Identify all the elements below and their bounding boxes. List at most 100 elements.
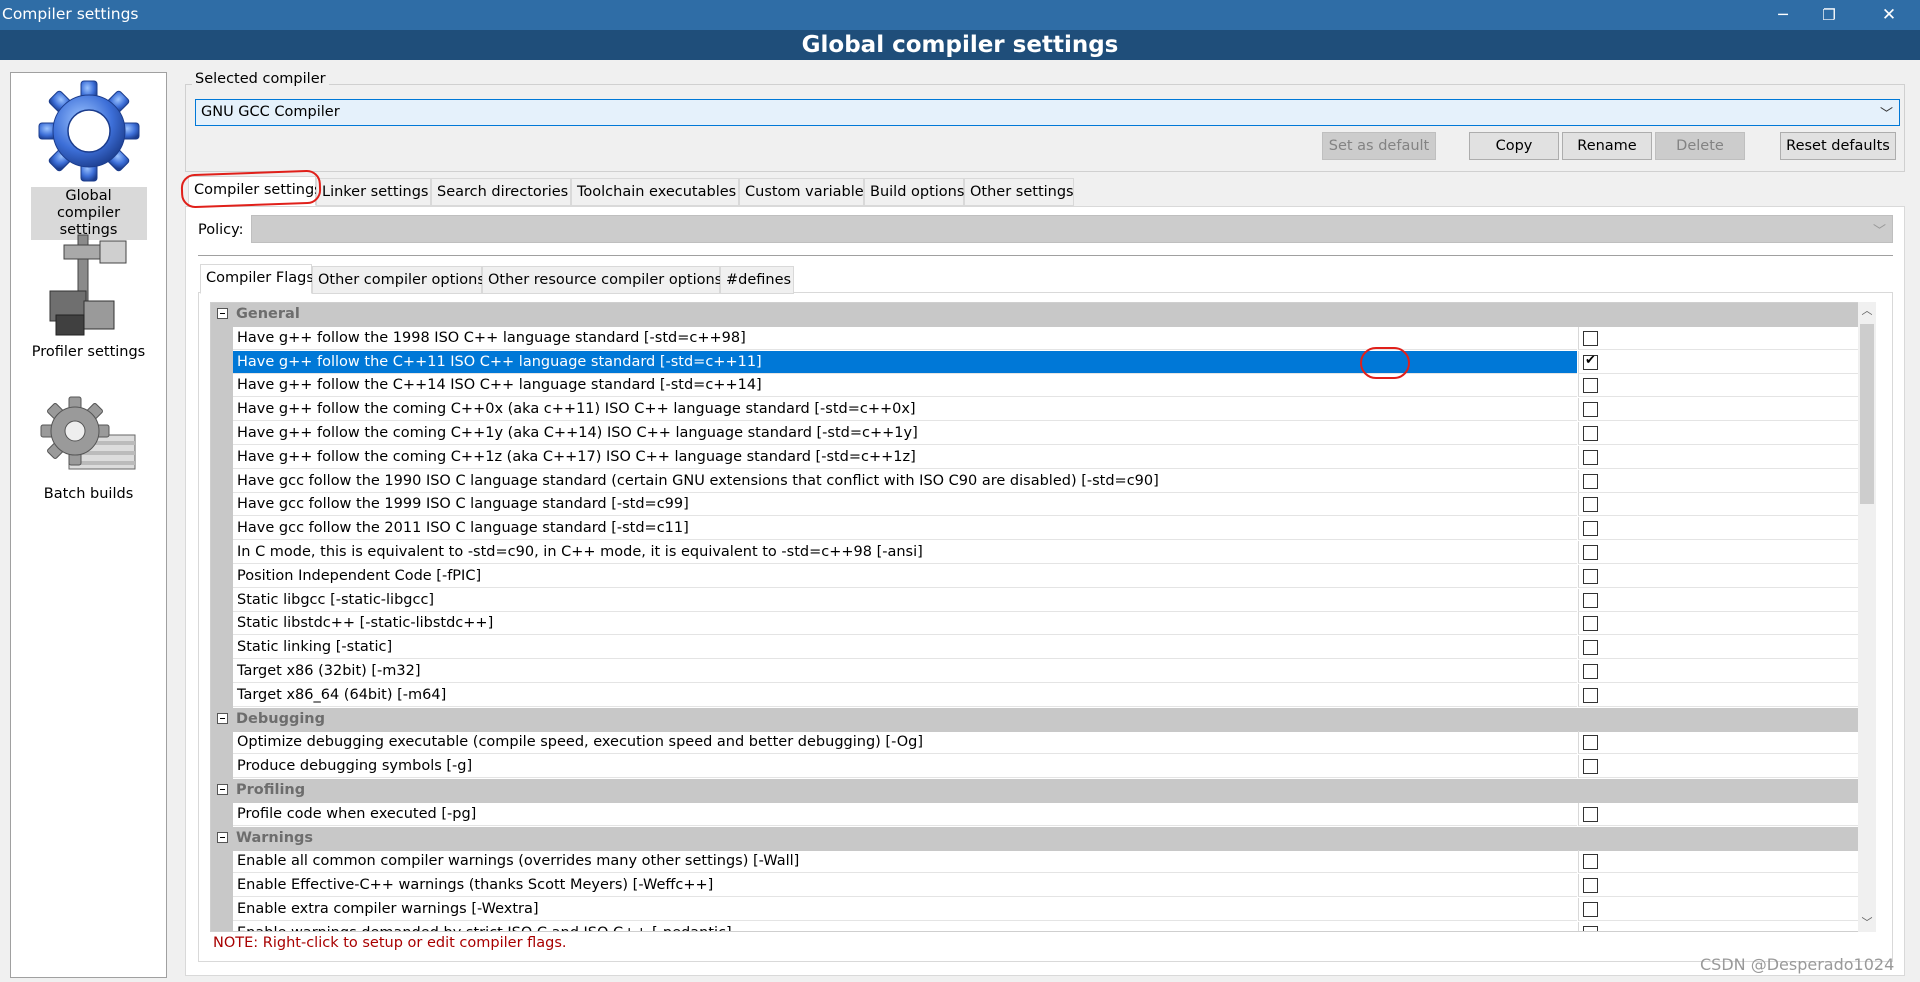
close-button[interactable]: ✕ (1866, 0, 1912, 30)
sidebar-item-batch-builds[interactable]: Batch builds (11, 395, 166, 504)
flag-checkbox[interactable] (1583, 640, 1598, 656)
flag-checkbox[interactable] (1583, 664, 1598, 679)
flag-label: Target x86_64 (64bit) [-m64] (233, 684, 1577, 707)
flag-checkbox[interactable] (1583, 854, 1598, 870)
settings-sidebar: Global compiler settings Profiler settin… (10, 72, 167, 978)
flag-row[interactable]: Profile code when executed [-pg] (211, 802, 1859, 827)
flag-row[interactable]: Static linking [-static] (211, 636, 1859, 660)
copy-button[interactable]: Copy (1469, 132, 1559, 160)
category-row[interactable]: Profiling (211, 779, 1859, 803)
flag-checkbox[interactable] (1583, 925, 1598, 931)
tab-defines[interactable]: #defines (720, 266, 794, 294)
flag-value-cell (1578, 588, 1859, 612)
flag-row[interactable]: Have g++ follow the coming C++1y (aka C+… (211, 422, 1859, 446)
flag-label: Target x86 (32bit) [-m32] (233, 660, 1577, 683)
flag-value-cell (1578, 683, 1859, 707)
sidebar-item-profiler[interactable]: Profiler settings (11, 231, 166, 362)
flag-label: Have g++ follow the 1998 ISO C++ languag… (233, 327, 1577, 350)
maximize-button[interactable]: ❐ (1806, 0, 1852, 30)
tab-linker-settings[interactable]: Linker settings (316, 178, 431, 206)
category-row[interactable]: Debugging (211, 707, 1859, 732)
tab-compiler-flags[interactable]: Compiler Flags (200, 264, 314, 294)
flag-checkbox[interactable] (1583, 902, 1598, 917)
flag-checkbox[interactable] (1583, 545, 1598, 560)
flag-checkbox[interactable] (1583, 568, 1598, 584)
flag-value-cell (1578, 612, 1859, 636)
compiler-select[interactable]: GNU GCC Compiler ﹀ (195, 99, 1900, 126)
flag-row[interactable]: Enable Effective-C++ warnings (thanks Sc… (211, 874, 1859, 898)
flag-checkbox[interactable] (1583, 759, 1598, 775)
tab-other-compiler-options[interactable]: Other compiler options (312, 266, 485, 294)
flag-checkbox[interactable] (1583, 687, 1598, 703)
flag-row[interactable]: Enable extra compiler warnings [-Wextra] (211, 898, 1859, 922)
flag-label: Static linking [-static] (233, 636, 1577, 660)
flag-checkbox[interactable] (1583, 426, 1598, 441)
sidebar-item-global-compiler[interactable]: Global compiler settings (11, 79, 166, 240)
sidebar-item-label: Batch builds (43, 486, 134, 502)
delete-button[interactable]: Delete (1655, 132, 1745, 160)
flag-checkbox[interactable] (1583, 521, 1598, 537)
flag-row[interactable]: Optimize debugging executable (compile s… (211, 731, 1859, 755)
flag-checkbox[interactable] (1583, 806, 1598, 822)
collapse-icon[interactable] (217, 712, 228, 724)
flag-value-cell (1578, 469, 1859, 493)
scroll-up-icon[interactable]: ︿ (1858, 302, 1876, 320)
flag-row[interactable]: Have gcc follow the 1999 ISO C language … (211, 493, 1859, 517)
flag-checkbox[interactable] (1583, 592, 1598, 608)
tab-search-directories[interactable]: Search directories (431, 178, 571, 206)
grid-scrollbar[interactable]: ︿ ﹀ (1858, 302, 1876, 932)
category-row[interactable]: Warnings (211, 826, 1859, 851)
tab-other-settings[interactable]: Other settings (964, 178, 1074, 206)
flag-checkbox[interactable] (1583, 378, 1598, 394)
flag-checkbox[interactable] (1583, 473, 1598, 489)
flag-value-cell (1578, 802, 1859, 826)
flag-row[interactable]: Static libstdc++ [-static-libstdc++] (211, 612, 1859, 636)
scroll-down-icon[interactable]: ﹀ (1858, 914, 1876, 932)
flag-checkbox[interactable] (1583, 449, 1598, 465)
flag-value-cell (1578, 517, 1859, 541)
tab-other-resource-compiler-options[interactable]: Other resource compiler options (482, 266, 722, 294)
batch-gear-icon (40, 396, 135, 470)
scrollbar-thumb[interactable] (1860, 324, 1874, 504)
flag-row[interactable]: Have g++ follow the coming C++1z (aka C+… (211, 445, 1859, 470)
collapse-icon[interactable] (217, 308, 228, 319)
flag-value-cell (1578, 398, 1859, 422)
flag-row[interactable]: Have g++ follow the C++14 ISO C++ langua… (211, 374, 1859, 398)
flag-checkbox[interactable] (1583, 735, 1598, 751)
flag-row[interactable]: Have g++ follow the C++11 ISO C++ langua… (211, 350, 1859, 375)
flag-value-cell (1578, 326, 1859, 350)
flag-row[interactable]: Have gcc follow the 1990 ISO C language … (211, 469, 1859, 494)
flag-row[interactable]: Target x86_64 (64bit) [-m64] (211, 683, 1859, 708)
flag-checkbox[interactable] (1583, 353, 1598, 370)
flag-checkbox[interactable] (1583, 616, 1598, 632)
flag-checkbox[interactable] (1583, 330, 1598, 346)
flag-row[interactable]: Have gcc follow the 2011 ISO C language … (211, 517, 1859, 541)
flag-checkbox[interactable] (1583, 497, 1598, 513)
collapse-icon[interactable] (217, 831, 228, 843)
flag-row[interactable]: In C mode, this is equivalent to -std=c9… (211, 541, 1859, 565)
flag-row[interactable]: Enable all common compiler warnings (ove… (211, 850, 1859, 874)
flag-row[interactable]: Static libgcc [-static-libgcc] (211, 588, 1859, 613)
tab-custom-variables[interactable]: Custom variables (739, 178, 871, 206)
rename-button[interactable]: Rename (1562, 132, 1652, 160)
minimize-button[interactable]: ─ (1760, 0, 1806, 30)
set-as-default-button[interactable]: Set as default (1322, 132, 1436, 160)
flag-checkbox[interactable] (1583, 402, 1598, 418)
flag-row[interactable]: Have g++ follow the coming C++0x (aka c+… (211, 398, 1859, 422)
collapse-icon[interactable] (217, 784, 228, 795)
tab-compiler-settings[interactable]: Compiler settings (188, 176, 322, 206)
policy-select[interactable]: ﹀ (251, 215, 1893, 243)
flag-row[interactable]: Have g++ follow the 1998 ISO C++ languag… (211, 326, 1859, 351)
flag-row[interactable]: Position Independent Code [-fPIC] (211, 564, 1859, 589)
flag-label: Have g++ follow the C++14 ISO C++ langua… (233, 374, 1577, 398)
flag-row[interactable]: Target x86 (32bit) [-m32] (211, 660, 1859, 684)
tab-build-options[interactable]: Build options (864, 178, 964, 206)
flag-row[interactable]: Produce debugging symbols [-g] (211, 755, 1859, 779)
category-row[interactable]: General (211, 303, 1859, 327)
reset-defaults-button[interactable]: Reset defaults (1780, 132, 1896, 160)
flag-checkbox[interactable] (1583, 878, 1598, 894)
flag-row[interactable]: Enable warnings demanded by strict ISO C… (211, 921, 1859, 931)
window-title: Compiler settings (2, 5, 139, 23)
gear-icon (38, 80, 139, 182)
tab-toolchain-executables[interactable]: Toolchain executables (571, 178, 739, 206)
